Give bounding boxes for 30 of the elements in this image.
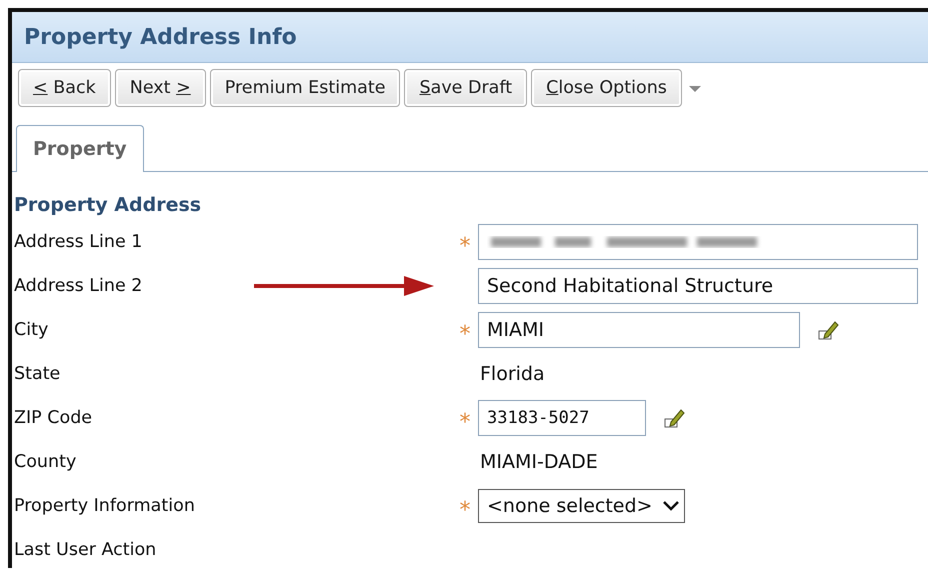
field-label: Address Line 2 [13,276,142,296]
edit-pencil-icon[interactable] [818,319,840,341]
required-mark: * [458,498,472,522]
toolbar-button[interactable]: Close Options [531,69,682,107]
field-label: Property Information [13,496,195,516]
field-label: Last User Action [13,540,156,560]
toolbar-button[interactable]: Next > [114,69,206,107]
required-mark: * [458,410,472,434]
field-label: City [13,320,48,340]
text-field[interactable]: MIAMI [478,312,800,348]
field-value: MIAMI-DADE [479,451,598,473]
required-mark: * [458,234,472,258]
tab[interactable]: Property [16,125,144,172]
field-value: Florida [479,363,545,385]
text-field[interactable]: Second Habitational Structure [478,268,918,304]
window-title: Property Address Info [12,12,928,63]
field-label: ZIP Code [13,408,92,428]
address-field[interactable] [478,224,918,260]
chevron-down-icon [662,500,680,512]
field-label: State [13,364,60,384]
section-title: Property Address [13,194,202,218]
dropdown[interactable]: <none selected> [478,489,686,523]
toolbar-button[interactable]: Save Draft [404,69,528,107]
field-label: County [13,452,76,472]
field-label: Address Line 1 [13,232,142,252]
edit-pencil-icon[interactable] [664,407,686,429]
toolbar-button[interactable]: Premium Estimate [210,69,400,107]
toolbar-button[interactable]: < Back [18,69,111,107]
zip-field[interactable]: 33183-5027 [478,400,646,436]
required-mark: * [458,322,472,346]
